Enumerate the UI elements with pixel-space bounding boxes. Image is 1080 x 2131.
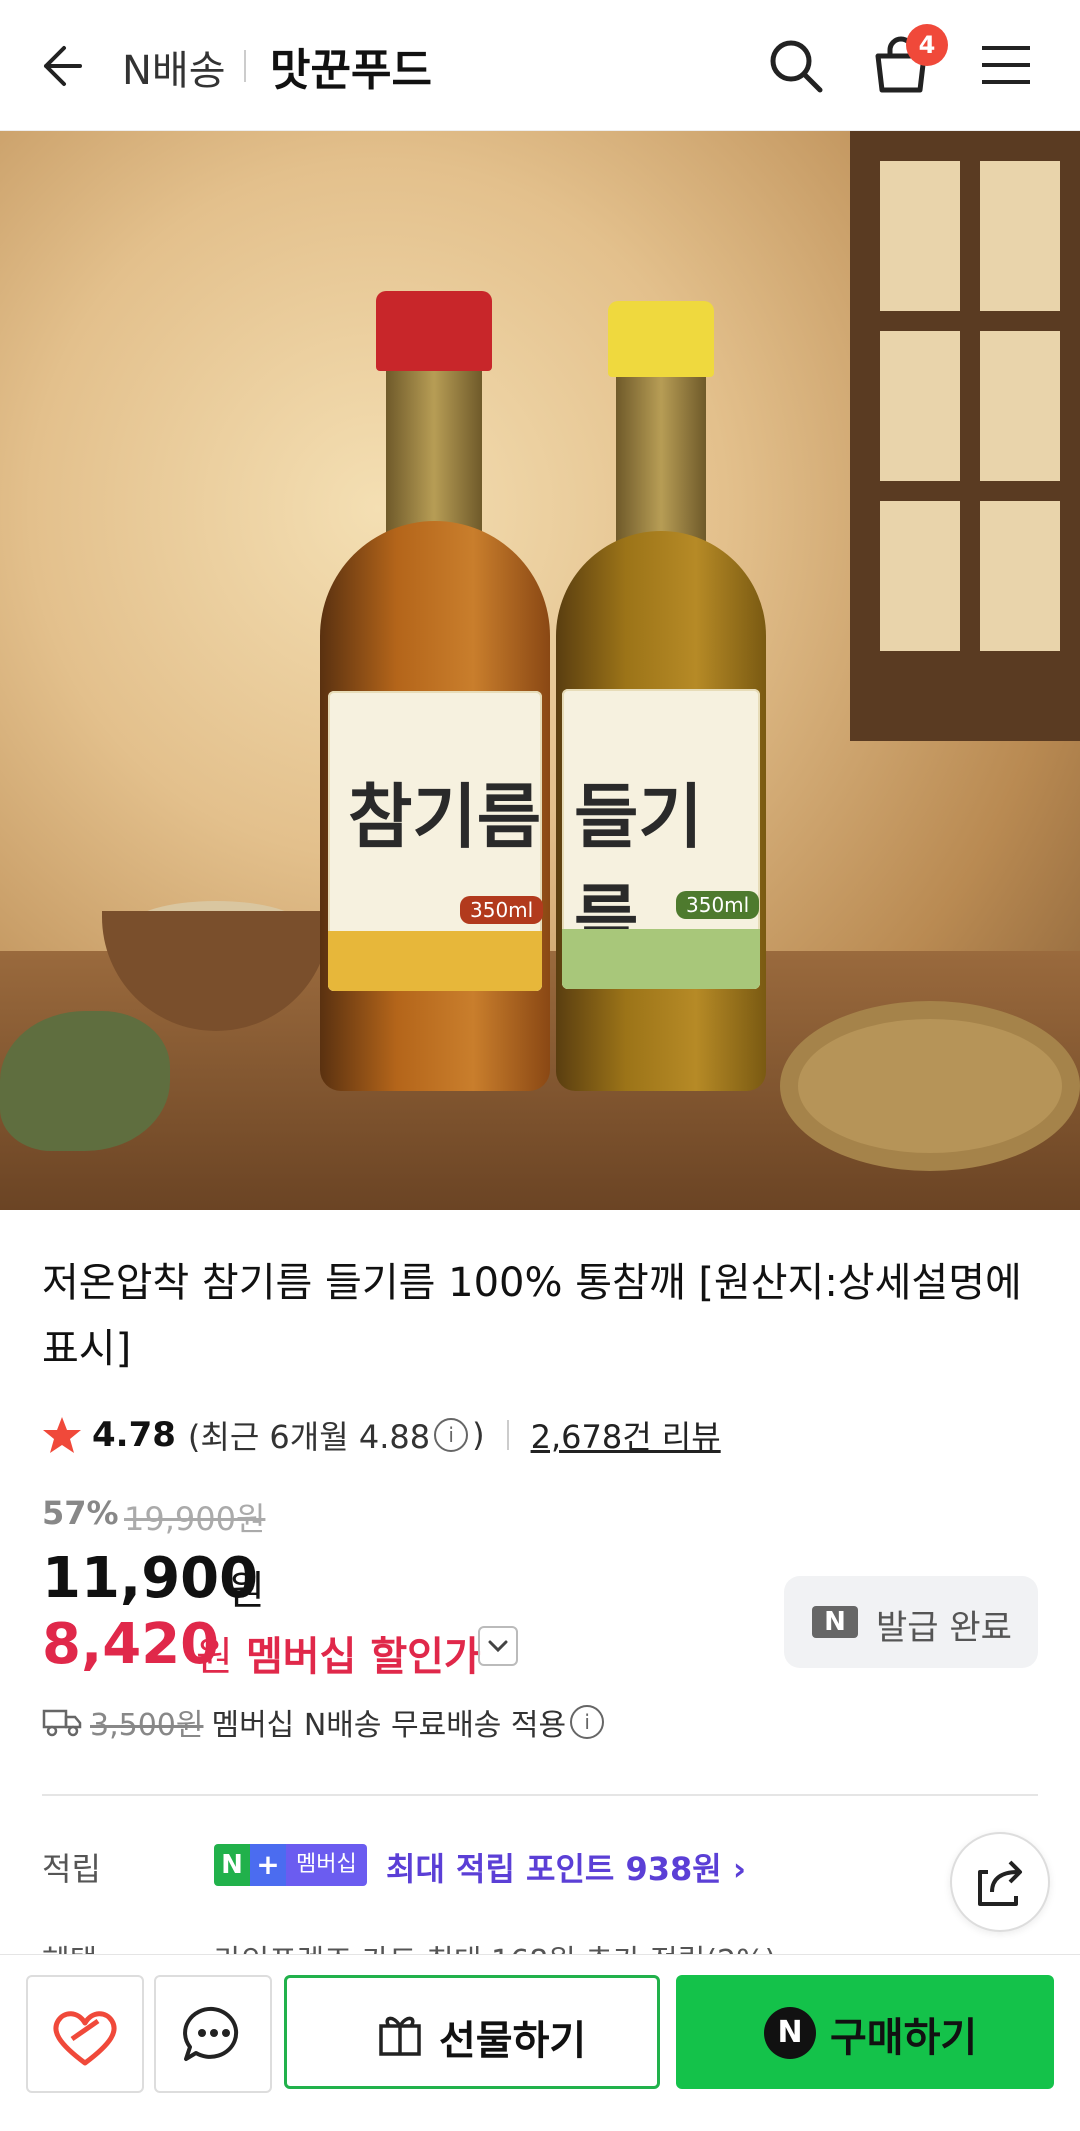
straw-basket xyxy=(780,1001,1080,1171)
shipping-info-icon[interactable]: i xyxy=(570,1705,605,1739)
discount-rate: 57% xyxy=(42,1494,119,1532)
recent-rating-close: ) xyxy=(472,1416,485,1454)
sale-price: 11,900 xyxy=(42,1546,259,1611)
info-icon[interactable]: i xyxy=(434,1418,469,1452)
bottle-right-volume: 350ml xyxy=(676,891,760,919)
badge-membership: 멤버십 xyxy=(286,1844,367,1886)
rating-divider xyxy=(506,1420,509,1450)
share-button[interactable] xyxy=(950,1832,1050,1932)
truck-icon xyxy=(42,1709,82,1737)
perilla-leaves xyxy=(0,1011,170,1151)
points-label: 적립 xyxy=(42,1850,101,1888)
search-icon[interactable] xyxy=(766,36,826,96)
gift-button[interactable]: 선물하기 xyxy=(284,1975,660,2089)
section-divider xyxy=(42,1794,1038,1796)
chevron-down-icon[interactable] xyxy=(478,1626,518,1666)
gift-label: 선물하기 xyxy=(439,2018,587,2064)
product-title: 저온압착 참기름 들기름 100% 통참깨 [원산지:상세설명에 표시] xyxy=(42,1260,1022,1372)
n-delivery-label[interactable]: N배송 xyxy=(122,38,226,96)
rating-value: 4.78 xyxy=(92,1415,176,1455)
window-frame-decor xyxy=(850,131,1080,741)
menu-icon[interactable] xyxy=(978,40,1034,90)
member-price: 8,420 xyxy=(42,1612,220,1677)
gift-icon xyxy=(379,2016,421,2056)
original-price: 19,900원 xyxy=(124,1500,266,1538)
chat-bubble-icon xyxy=(183,2006,239,2061)
share-icon xyxy=(978,1860,1022,1906)
max-points-link[interactable]: 최대 적립 포인트 938원 › xyxy=(386,1844,746,1890)
heart-icon xyxy=(53,2011,117,2066)
n-plus-membership-badge: N + 멤버십 xyxy=(214,1844,367,1886)
star-icon xyxy=(43,1417,81,1453)
recent-rating: (최근 6개월 4.88 xyxy=(187,1418,431,1456)
badge-plus: + xyxy=(250,1844,286,1886)
product-image-carousel[interactable]: 참기름 350ml 들기름 350ml 1/9 xyxy=(0,131,1080,1210)
coupon-issued-button[interactable]: N 발급 완료 xyxy=(784,1576,1038,1668)
badge-n: N xyxy=(214,1844,250,1886)
coupon-status-label: 발급 완료 xyxy=(876,1608,1012,1648)
sesame-oil-bottle: 참기름 350ml xyxy=(320,291,550,1091)
shipping-row: 3,500원 멤버십 N배송 무료배송 적용 i xyxy=(42,1700,608,1744)
review-count-link[interactable]: 2,678건 리뷰 xyxy=(531,1412,721,1458)
buy-label: 구매하기 xyxy=(830,2015,978,2061)
wishlist-button[interactable] xyxy=(26,1975,144,2093)
bottom-action-bar: 선물하기 N 구매하기 xyxy=(0,1954,1080,2131)
store-name[interactable]: 맛꾼푸드 xyxy=(270,34,432,98)
bottle-left-title: 참기름 xyxy=(348,775,542,858)
header-divider xyxy=(244,50,246,82)
cart-count-badge: 4 xyxy=(906,24,948,66)
sale-price-unit: 원 xyxy=(228,1568,265,1614)
member-price-label: 멤버십 할인가 xyxy=(246,1634,481,1680)
talk-talk-button[interactable] xyxy=(154,1975,272,2093)
member-price-unit: 원 xyxy=(196,1634,233,1680)
rating-row: 4.78 (최근 6개월 4.88 i ) 2,678건 리뷰 xyxy=(42,1410,721,1460)
naver-pay-icon: N xyxy=(764,2007,816,2059)
naver-n-icon: N xyxy=(812,1606,858,1638)
shipping-original-fee: 3,500원 xyxy=(90,1708,204,1743)
back-arrow-icon[interactable] xyxy=(34,40,86,92)
top-header: N배송 맛꾼푸드 4 xyxy=(0,0,1080,131)
perilla-oil-bottle: 들기름 350ml xyxy=(556,301,766,1091)
shipping-text: 멤버십 N배송 무료배송 적용 xyxy=(211,1708,567,1743)
bottle-left-volume: 350ml xyxy=(460,896,544,924)
buy-button[interactable]: N 구매하기 xyxy=(676,1975,1054,2089)
